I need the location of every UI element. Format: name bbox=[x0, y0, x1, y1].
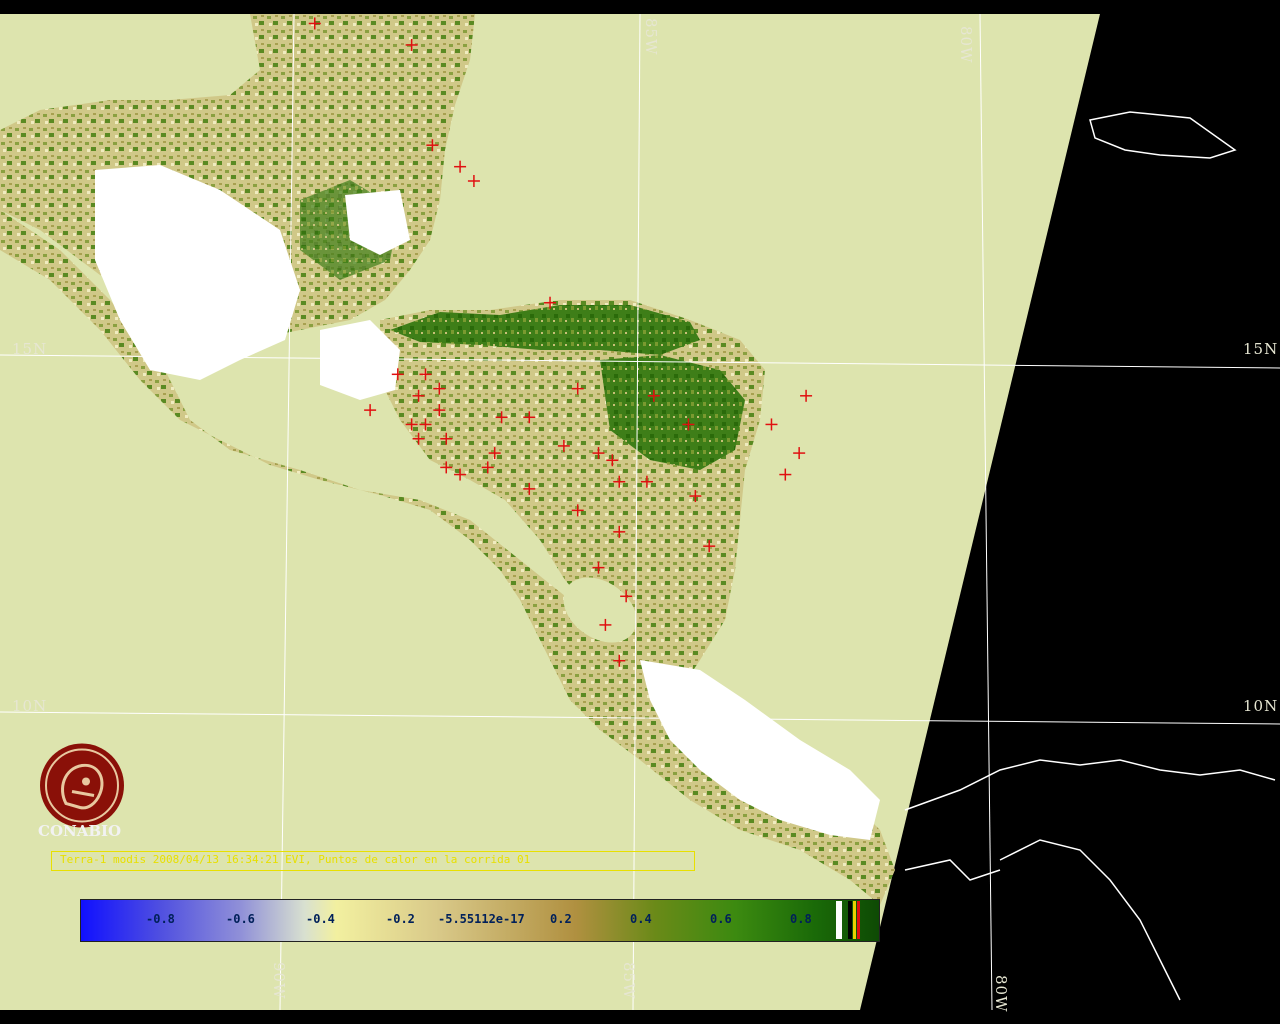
lon-label-85w-top: 85W bbox=[642, 18, 660, 56]
lat-label-10n-right: 10N bbox=[1243, 697, 1279, 715]
colorbar-tick: -0.2 bbox=[386, 912, 415, 926]
colorbar-tick: 0.6 bbox=[710, 912, 732, 926]
colorbar-black-bar bbox=[848, 901, 852, 939]
lat-label-15n-left: 15N bbox=[12, 340, 48, 358]
colorbar-tick: 0.8 bbox=[790, 912, 812, 926]
lat-label-10n-left: 10N bbox=[12, 697, 48, 715]
lat-label-15n-right: 15N bbox=[1243, 340, 1279, 358]
colorbar-red-bar bbox=[857, 901, 860, 939]
colorbar-tick: -0.8 bbox=[146, 912, 175, 926]
colorbar-tick: -0.4 bbox=[306, 912, 335, 926]
colorbar-yellow-bar bbox=[853, 901, 856, 939]
lon-label-85w-bottom: 85W bbox=[620, 962, 638, 1000]
lon-label-80w-bottom: 80W bbox=[992, 975, 1010, 1013]
colorbar-tick: -0.6 bbox=[226, 912, 255, 926]
colorbar-tick: 0.2 bbox=[550, 912, 572, 926]
image-caption: Terra-1 modis 2008/04/13 16:34:21 EVI, P… bbox=[60, 853, 531, 866]
colorbar-tick: -5.55112e-17 bbox=[438, 912, 525, 926]
lon-label-90w-bottom: 90W bbox=[270, 962, 288, 1000]
conabio-logo-text: CONABIO bbox=[38, 822, 122, 840]
lon-label-80w-top: 80W bbox=[957, 26, 975, 64]
colorbar-white-bar bbox=[836, 901, 842, 939]
colorbar-tick: 0.4 bbox=[630, 912, 652, 926]
